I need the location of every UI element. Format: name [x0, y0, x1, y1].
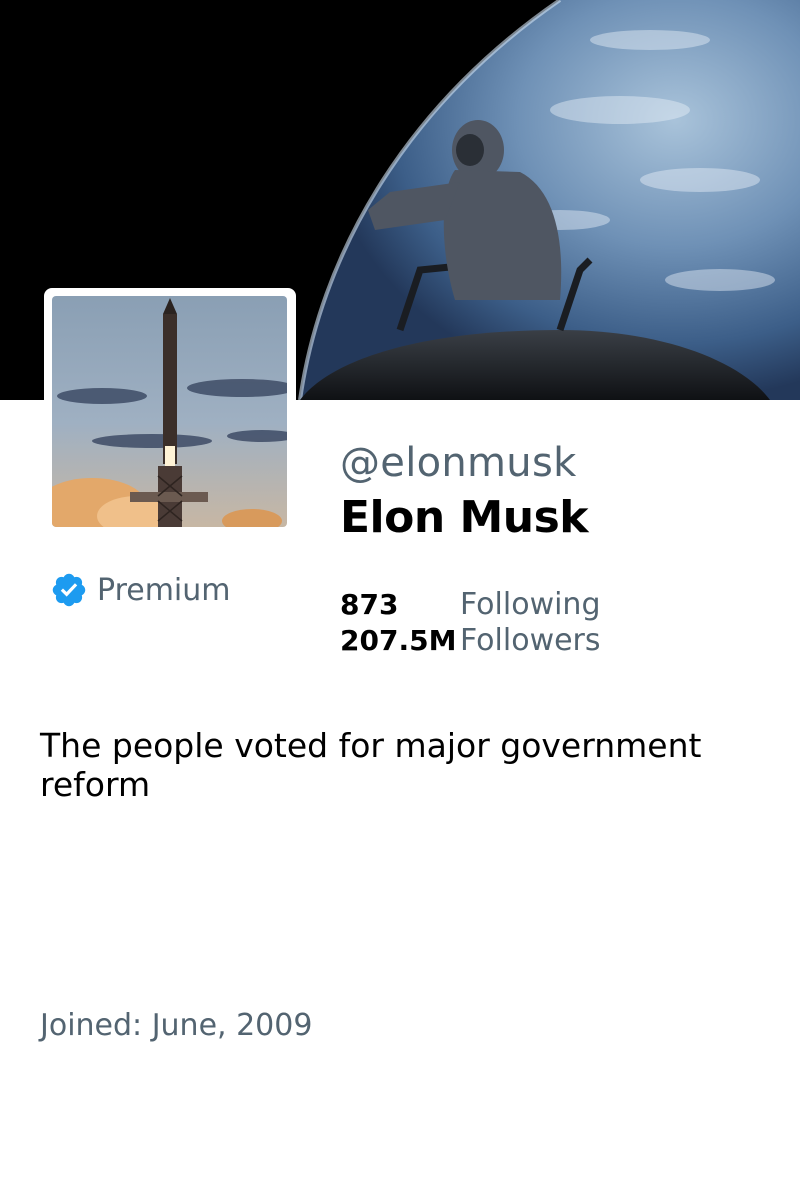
avatar-image	[52, 296, 287, 527]
following-count: 873	[340, 587, 399, 621]
profile-joined-date: Joined: June, 2009	[40, 1008, 313, 1043]
profile-handle: @elonmusk	[340, 440, 577, 486]
followers-label: Followers	[460, 622, 601, 658]
avatar-frame[interactable]	[44, 288, 296, 534]
following-label: Following	[460, 586, 601, 622]
premium-badge[interactable]: Premium	[50, 570, 231, 610]
profile-bio: The people voted for major government re…	[40, 726, 702, 804]
premium-label: Premium	[97, 572, 231, 608]
followers-stat[interactable]: 207.5M Followers	[340, 622, 601, 658]
followers-count: 207.5M	[340, 623, 457, 657]
following-stat[interactable]: 873 Following	[340, 586, 601, 622]
profile-stats: 873 Following 207.5M Followers	[340, 586, 601, 658]
avatar[interactable]	[52, 296, 287, 527]
verified-badge-icon	[52, 573, 86, 607]
profile-display-name: Elon Musk	[340, 492, 589, 543]
